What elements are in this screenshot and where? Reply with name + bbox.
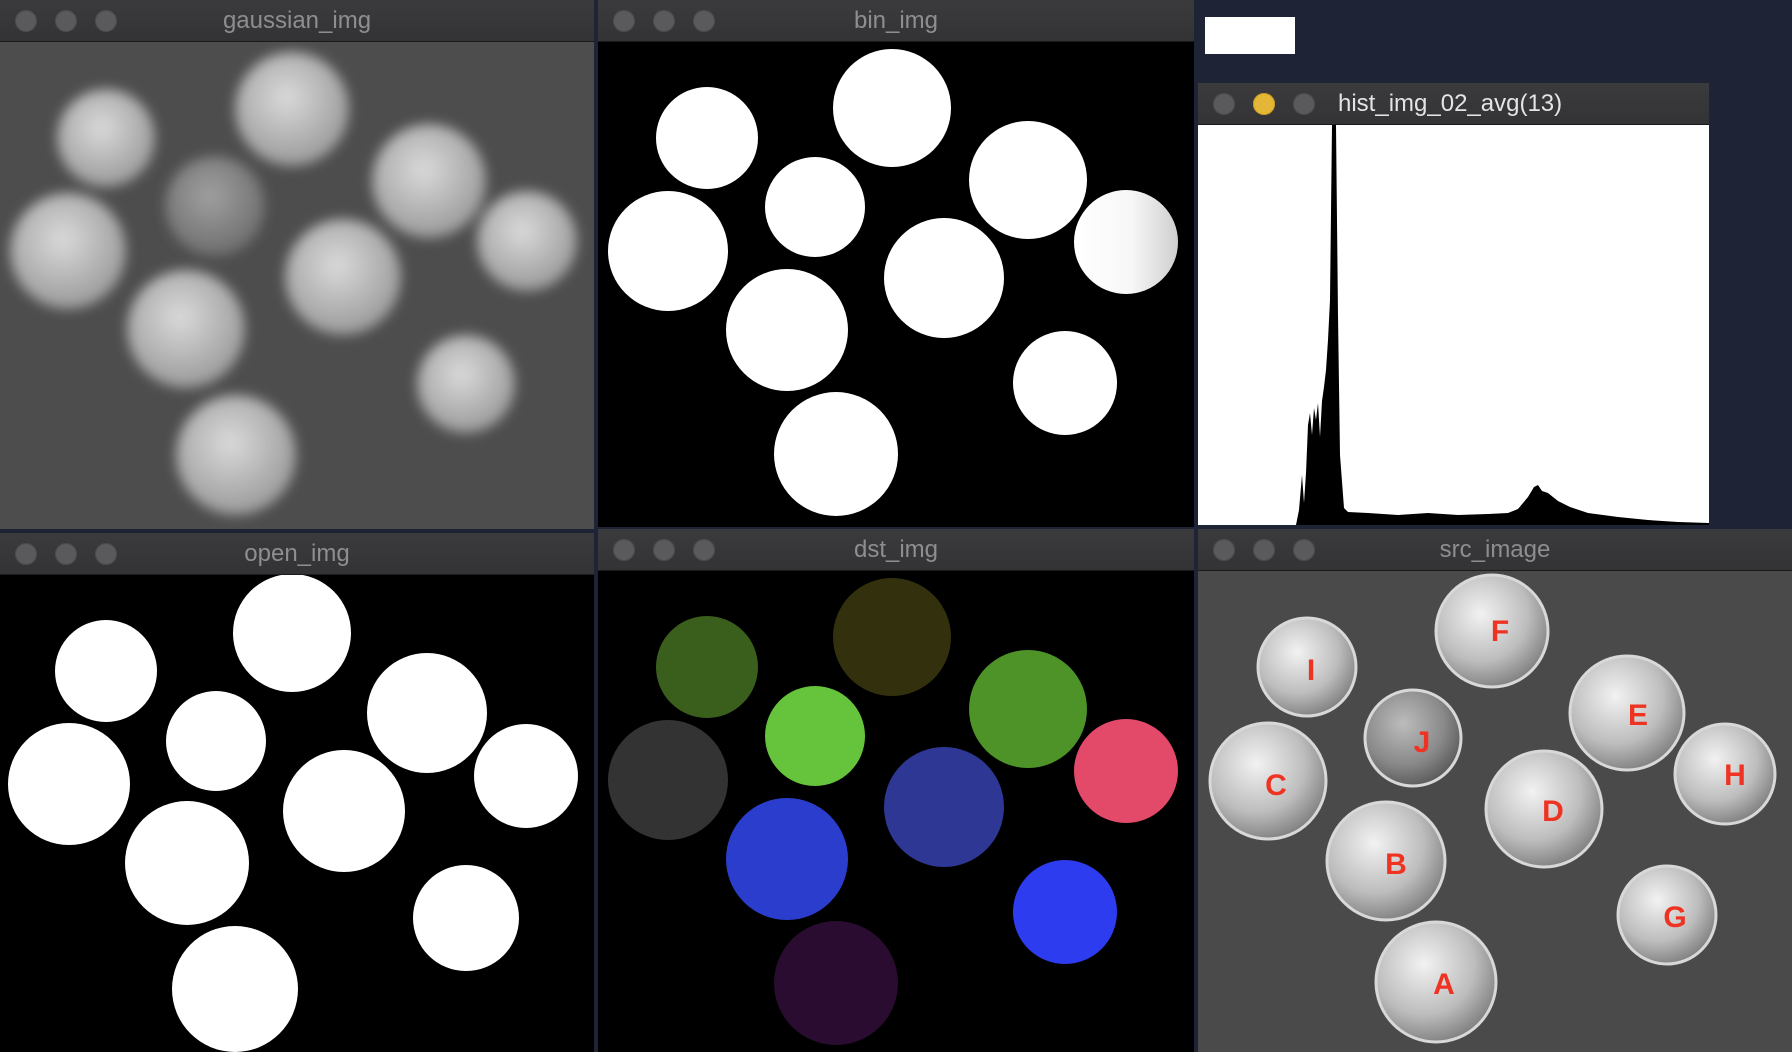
histogram-image (1198, 125, 1709, 525)
close-button[interactable] (1213, 93, 1235, 115)
gaussian-image (0, 42, 594, 529)
window-title: gaussian_img (222, 7, 372, 34)
coin-label: D (1542, 795, 1564, 828)
coin-label: J (1414, 726, 1431, 759)
title-bar[interactable]: hist_img_02_avg(13) (1198, 83, 1709, 125)
coin-label: B (1385, 848, 1407, 881)
window-title: hist_img_02_avg(13) (1338, 90, 1563, 117)
title-bar[interactable]: bin_img (598, 0, 1194, 42)
coin-label: C (1265, 769, 1287, 802)
window-title: open_img (244, 540, 350, 567)
title-bar[interactable]: gaussian_img (0, 0, 594, 42)
zoom-button[interactable] (1293, 93, 1315, 115)
histogram-window[interactable]: hist_img_02_avg(13) (1198, 83, 1709, 525)
bin-img-window[interactable]: bin_img (598, 0, 1194, 527)
coin-label: I (1307, 654, 1315, 687)
window-title: src_image (1439, 536, 1551, 563)
open-img-window[interactable]: open_img (0, 533, 594, 1052)
title-bar[interactable]: dst_img (598, 529, 1194, 571)
gaussian-img-window[interactable]: gaussian_img (0, 0, 594, 529)
coin-label: G (1663, 901, 1686, 934)
coin-label: H (1724, 759, 1746, 792)
coin-label: E (1628, 699, 1648, 732)
window-title: dst_img (853, 536, 939, 563)
coin-label: F (1491, 615, 1509, 648)
src-image-window[interactable]: src_image F I J E C H D B G A (1198, 529, 1792, 1052)
title-bar[interactable]: src_image (1198, 529, 1792, 571)
binary-image (598, 42, 1194, 527)
source-image: F I J E C H D B G A (1198, 571, 1792, 1052)
coin-label: A (1433, 968, 1455, 1001)
title-bar[interactable]: open_img (0, 533, 594, 575)
opened-image (0, 575, 594, 1052)
dst-img-window[interactable]: dst_img (598, 529, 1194, 1052)
minimize-button[interactable] (1253, 93, 1275, 115)
background-window-fragment (1205, 17, 1295, 54)
window-title: bin_img (853, 7, 939, 34)
labeled-image (598, 571, 1194, 1052)
